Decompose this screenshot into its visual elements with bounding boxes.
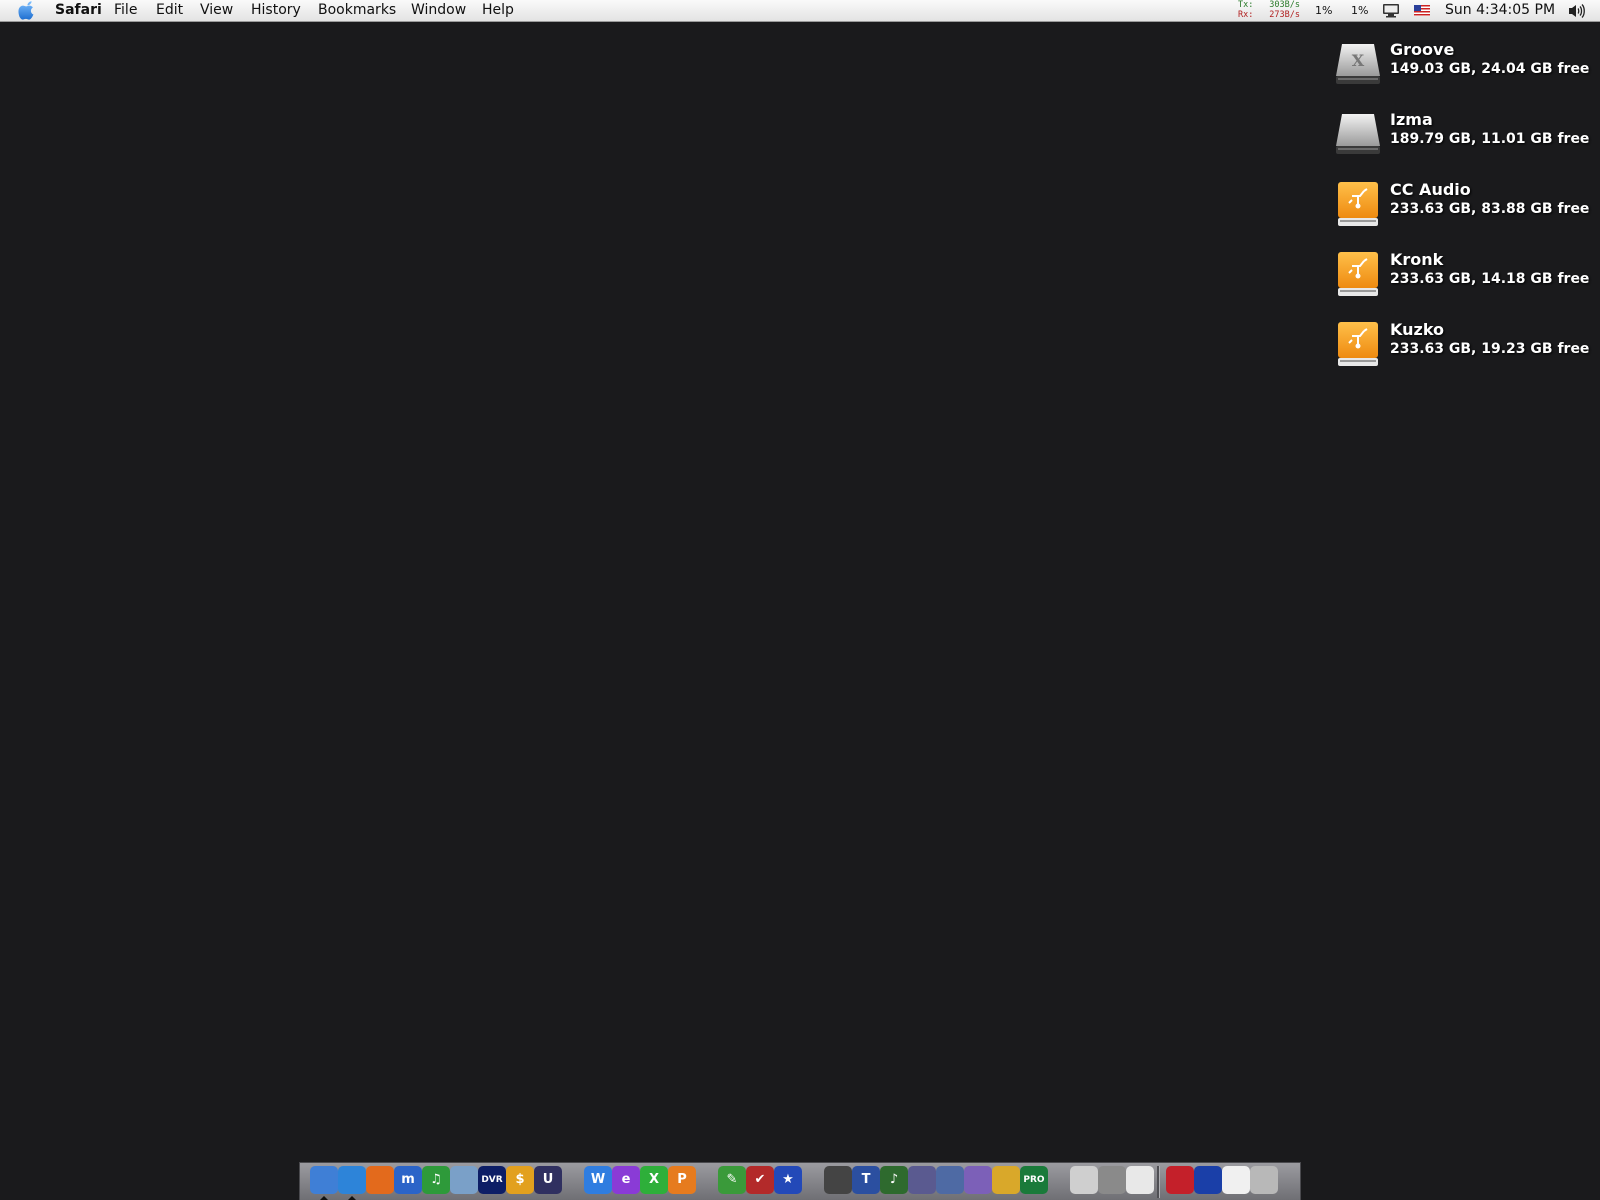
document-icon[interactable]	[1222, 1166, 1250, 1194]
pro-tools-icon[interactable]: PRO	[1020, 1166, 1048, 1194]
film-app-icon[interactable]	[992, 1166, 1020, 1194]
blue-folder-icon[interactable]	[1194, 1166, 1222, 1194]
blue-star-icon[interactable]: ★	[774, 1166, 802, 1194]
firewire-drive-icon	[1338, 252, 1378, 296]
finder-icon[interactable]	[310, 1166, 338, 1194]
dock: m ♫ DVR $ U We X P ✎ ✔ ★ T ♪ PRO	[299, 1162, 1301, 1200]
menu-app-safari[interactable]: Safari	[55, 0, 102, 21]
t-app-icon[interactable]: T	[852, 1166, 880, 1194]
internal-drive-x-icon: X	[1336, 44, 1380, 84]
music-app-icon[interactable]: ♫	[422, 1166, 450, 1194]
firefox-icon[interactable]	[366, 1166, 394, 1194]
rx-label: Rx:	[1238, 10, 1254, 20]
clapboard-icon[interactable]	[824, 1166, 852, 1194]
us-flag-icon[interactable]	[1414, 5, 1430, 16]
menu-window[interactable]: Window	[411, 0, 466, 21]
volume-groove[interactable]: X Groove 149.03 GB, 24.04 GB free	[1334, 36, 1600, 92]
volume-name: Kuzko	[1390, 320, 1445, 339]
volume-info: 233.63 GB, 83.88 GB free	[1390, 201, 1590, 217]
red-folder-icon[interactable]	[1166, 1166, 1194, 1194]
running-indicator	[320, 1196, 328, 1200]
menu-edit[interactable]: Edit	[156, 0, 183, 21]
compressor-icon[interactable]	[936, 1166, 964, 1194]
volume-name: CC Audio	[1390, 180, 1471, 199]
firewire-drive-icon	[1338, 182, 1378, 226]
network-values: 303B/s 273B/s	[1266, 0, 1300, 20]
menu-view[interactable]: View	[200, 0, 233, 21]
printer-icon[interactable]	[1070, 1166, 1098, 1194]
volume-izma[interactable]: Izma 189.79 GB, 11.01 GB free	[1334, 106, 1600, 162]
internal-drive-icon	[1336, 114, 1380, 154]
p-app-icon[interactable]: P	[668, 1166, 696, 1194]
display-icon[interactable]	[1382, 3, 1400, 18]
volume-icon[interactable]	[1567, 3, 1587, 19]
dvr-icon[interactable]: DVR	[478, 1166, 506, 1194]
menu-file[interactable]: File	[114, 0, 137, 21]
u-app-icon[interactable]: U	[534, 1166, 562, 1194]
volume-name: Kronk	[1390, 250, 1444, 269]
dollar-icon[interactable]: $	[506, 1166, 534, 1194]
menu-history[interactable]: History	[251, 0, 301, 21]
disc-app-icon[interactable]	[964, 1166, 992, 1194]
svg-text:X: X	[1352, 51, 1365, 70]
menu-bookmarks[interactable]: Bookmarks	[318, 0, 396, 21]
m-app-icon[interactable]: m	[394, 1166, 422, 1194]
volume-info: 233.63 GB, 19.23 GB free	[1390, 341, 1590, 357]
volume-info: 233.63 GB, 14.18 GB free	[1390, 271, 1590, 287]
volume-name: Izma	[1390, 110, 1433, 129]
dvd-app-icon[interactable]	[908, 1166, 936, 1194]
running-indicator	[348, 1196, 356, 1200]
volume-info: 149.03 GB, 24.04 GB free	[1390, 61, 1590, 77]
apple-app-icon[interactable]	[1126, 1166, 1154, 1194]
green-pen-icon[interactable]: ✎	[718, 1166, 746, 1194]
photo-app-icon[interactable]	[450, 1166, 478, 1194]
menu-clock[interactable]: Sun 4:34:05 PM	[1445, 0, 1555, 21]
rx-value: 273B/s	[1269, 10, 1300, 20]
network-monitor[interactable]: Tx: Rx:	[1238, 0, 1253, 20]
w-app-icon[interactable]: W	[584, 1166, 612, 1194]
e-app-icon[interactable]: e	[612, 1166, 640, 1194]
safari-icon[interactable]	[338, 1166, 366, 1194]
menu-help[interactable]: Help	[482, 0, 514, 21]
cpu-meter-2[interactable]: 1%	[1351, 0, 1368, 21]
x-app-icon[interactable]: X	[640, 1166, 668, 1194]
firewire-drive-icon	[1338, 322, 1378, 366]
system-prefs-icon[interactable]	[1098, 1166, 1126, 1194]
tx-label: Tx:	[1238, 0, 1254, 10]
red-check-icon[interactable]: ✔	[746, 1166, 774, 1194]
music-clapboard-icon[interactable]: ♪	[880, 1166, 908, 1194]
volume-cc-audio[interactable]: CC Audio 233.63 GB, 83.88 GB free	[1334, 176, 1600, 232]
volume-name: Groove	[1390, 40, 1455, 59]
volume-kronk[interactable]: Kronk 233.63 GB, 14.18 GB free	[1334, 246, 1600, 302]
menu-bar: Safari File Edit View History Bookmarks …	[0, 0, 1600, 22]
volume-info: 189.79 GB, 11.01 GB free	[1390, 131, 1590, 147]
trash-icon[interactable]	[1250, 1166, 1278, 1194]
volume-kuzko[interactable]: Kuzko 233.63 GB, 19.23 GB free	[1334, 316, 1600, 372]
cpu-meter-1[interactable]: 1%	[1315, 0, 1332, 21]
apple-menu-icon[interactable]	[17, 1, 37, 20]
tx-value: 303B/s	[1269, 0, 1300, 10]
dock-separator	[1157, 1166, 1160, 1198]
